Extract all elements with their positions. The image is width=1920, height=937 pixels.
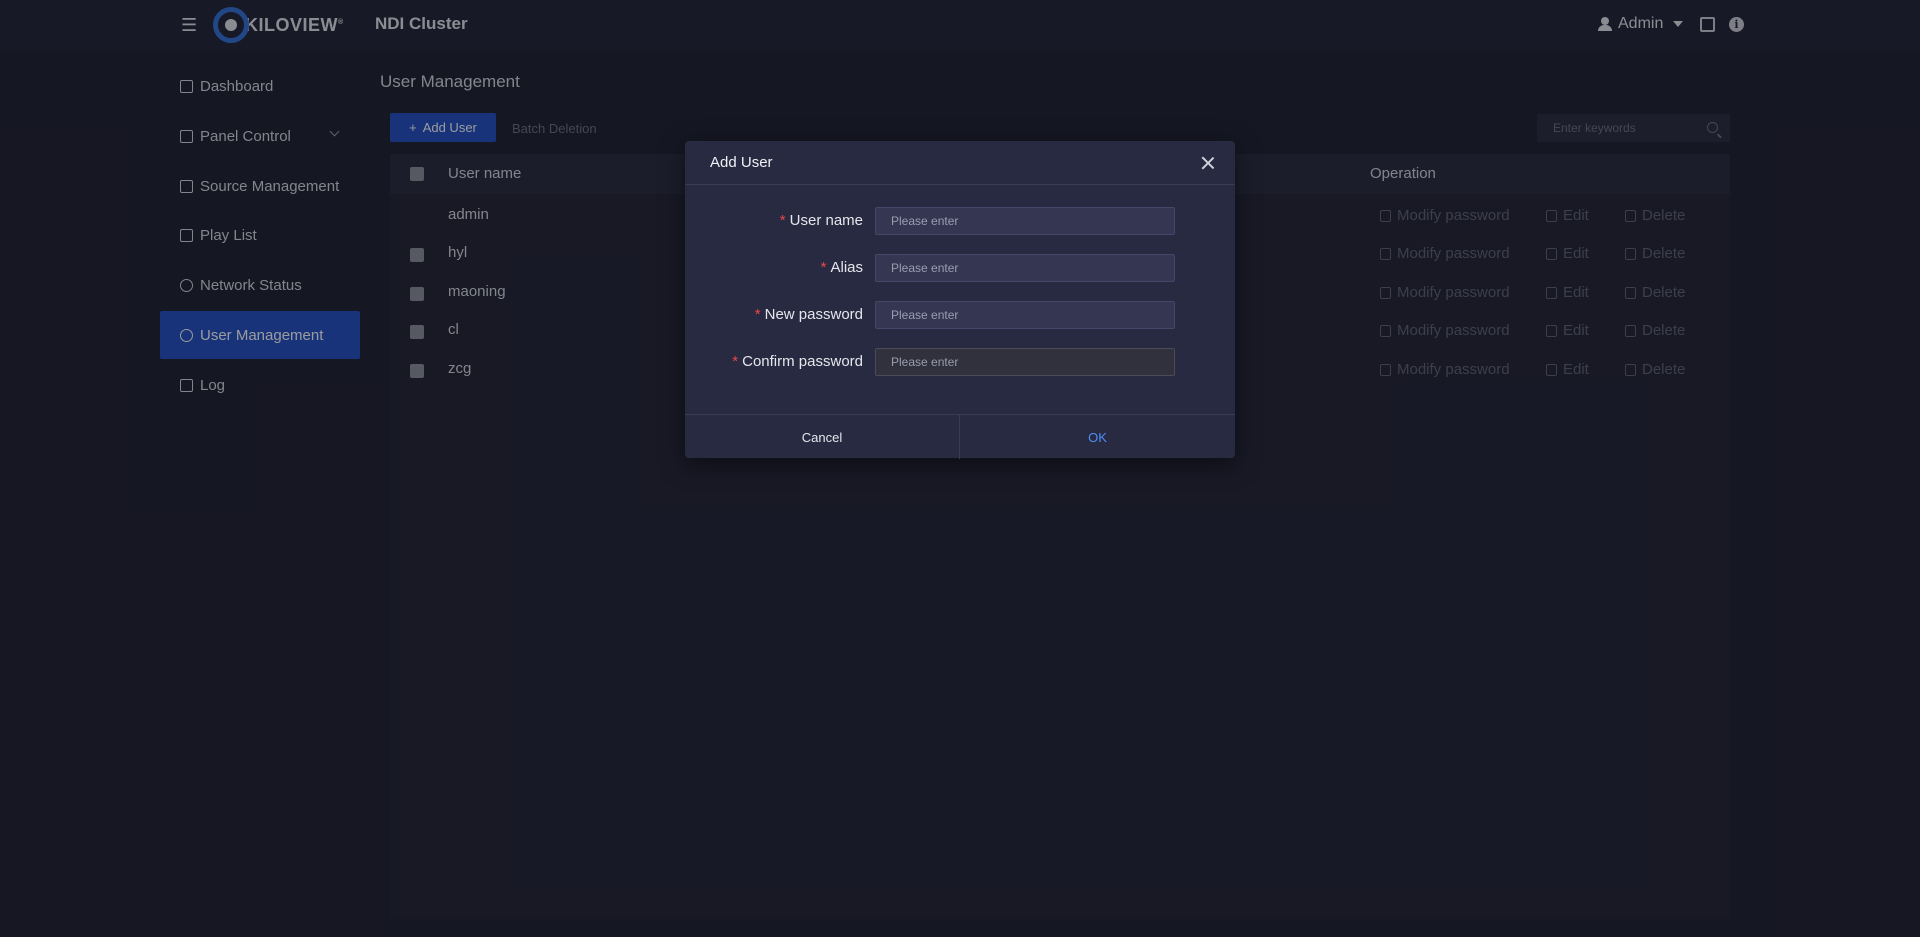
confirm-password-field[interactable]	[875, 348, 1175, 376]
dialog-title: Add User	[710, 154, 773, 171]
alias-label: * Alias	[820, 259, 863, 276]
alias-field[interactable]	[875, 254, 1175, 282]
dialog-footer: Cancel OK	[685, 414, 1235, 459]
required-marker: *	[820, 259, 827, 276]
confirm-password-label: * Confirm password	[732, 353, 863, 370]
new-password-row: * New password	[685, 300, 1235, 330]
new-password-field[interactable]	[875, 301, 1175, 329]
alias-row: * Alias	[685, 253, 1235, 283]
required-marker: *	[779, 212, 786, 229]
username-field[interactable]	[875, 207, 1175, 235]
add-user-dialog: Add User *User name *Alias *New password…	[685, 141, 1235, 459]
required-marker: *	[754, 306, 761, 323]
close-icon[interactable]	[1201, 156, 1215, 170]
confirm-password-row: * Confirm password	[685, 347, 1235, 377]
username-label: * User name	[779, 212, 863, 229]
ok-button[interactable]: OK	[960, 415, 1235, 459]
cancel-button[interactable]: Cancel	[685, 415, 960, 459]
required-marker: *	[732, 353, 739, 370]
username-row: * User name	[685, 206, 1235, 236]
dialog-header: Add User	[685, 141, 1235, 185]
new-password-label: * New password	[754, 306, 863, 323]
